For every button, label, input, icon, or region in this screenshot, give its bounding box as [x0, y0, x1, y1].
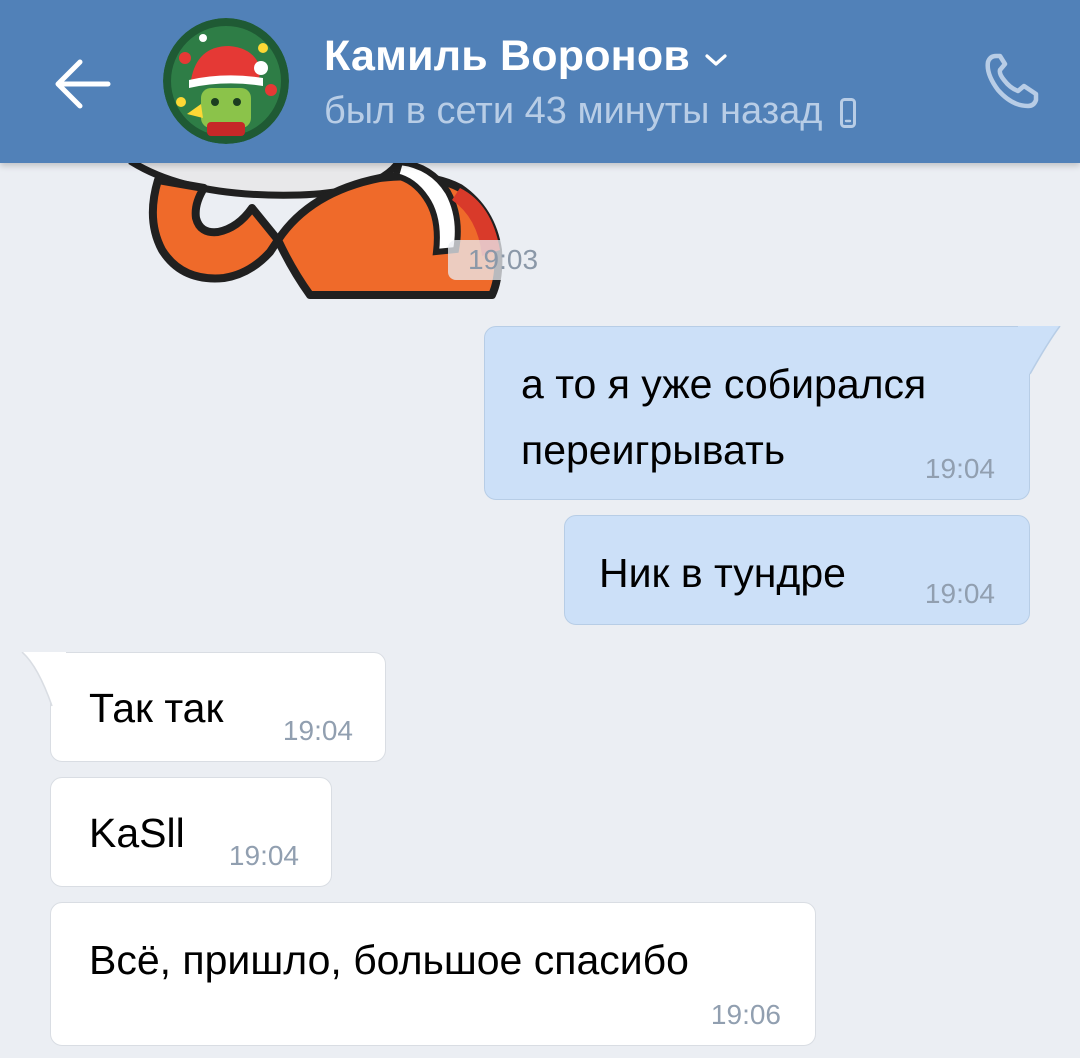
bubble-tail-out [1018, 326, 1061, 375]
message-text: переигрывать [521, 427, 786, 473]
message-bubble[interactable]: Всё, пришло, большое спасибо 19:06 [50, 902, 816, 1046]
message-bubble[interactable]: Так так 19:04 [50, 652, 386, 762]
back-button[interactable] [46, 46, 122, 122]
message-text: а то я уже собирался [521, 361, 927, 407]
message-bubble[interactable]: KaSll 19:04 [50, 777, 332, 887]
contact-title[interactable]: Камиль Воронов [324, 26, 728, 86]
message-text: KaSll [89, 810, 185, 856]
chevron-down-icon [705, 54, 727, 66]
last-seen-text: был в сети 43 минуты назад [324, 89, 823, 132]
contact-name: Камиль Воронов [324, 31, 690, 80]
message-text: Так так [89, 685, 224, 731]
mobile-phone-icon [840, 98, 857, 128]
message-bubble[interactable]: а то я уже собирался переигрывать 19:04 [484, 326, 1030, 500]
contact-status: был в сети 43 минуты назад [324, 86, 857, 136]
call-button[interactable] [976, 44, 1048, 116]
message-timestamp: 19:04 [282, 715, 353, 746]
arrow-left-icon [55, 59, 111, 109]
message-bubble[interactable]: Ник в тундре 19:04 [564, 515, 1030, 625]
sticker-timestamp: 19:03 [448, 240, 558, 280]
message-text: Всё, пришло, большое спасибо [89, 937, 689, 983]
message-timestamp: 19:06 [710, 999, 781, 1030]
avatar[interactable] [163, 18, 289, 144]
message-timestamp: 19:04 [924, 453, 995, 484]
bubble-tail-in [21, 652, 66, 707]
chat-header: Камиль Воронов был в сети 43 минуты наза… [0, 0, 1080, 163]
avatar-image [163, 18, 289, 144]
phone-icon [985, 53, 1039, 109]
message-timestamp: 19:04 [924, 578, 995, 609]
message-text: Ник в тундре [599, 550, 846, 596]
message-timestamp: 19:04 [228, 840, 299, 871]
